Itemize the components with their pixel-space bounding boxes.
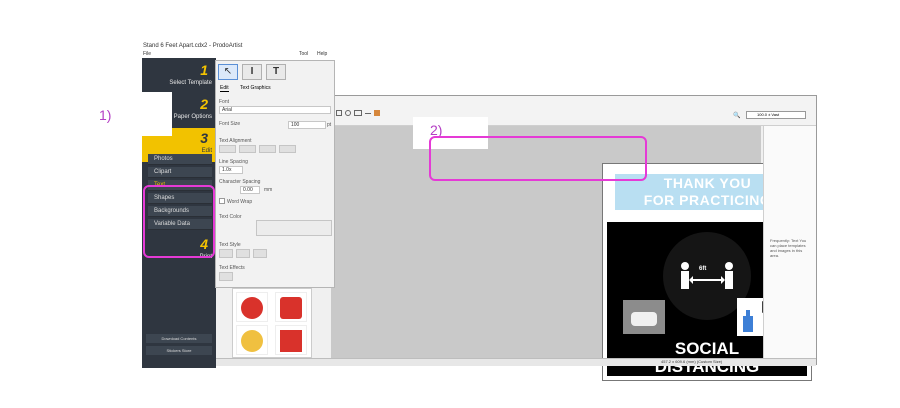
annotation-label-1: 1)	[99, 107, 112, 123]
char-spacing-unit: mm	[264, 187, 273, 193]
text-color-label: Text Color	[219, 214, 242, 220]
text-effects-button[interactable]	[219, 272, 233, 281]
stickers-store-button[interactable]: Stickers Store	[146, 346, 212, 355]
font-size-field[interactable]: 100	[288, 121, 326, 129]
rect-tool-icon[interactable]	[354, 110, 362, 116]
line-tool-icon[interactable]	[365, 113, 371, 114]
zoom-in-icon[interactable]: 🔍	[733, 112, 740, 119]
char-spacing-field[interactable]: 0.00	[240, 186, 260, 194]
text-style-buttons	[219, 249, 279, 258]
sidebar-item-clipart[interactable]: Clipart	[148, 167, 212, 178]
clipart-thumbnails	[232, 288, 312, 358]
highlight-poster-title	[429, 136, 647, 181]
max-persons-icon	[280, 330, 302, 352]
line-spacing-label: Line Spacing	[219, 159, 248, 165]
step-number: 3	[200, 130, 208, 146]
ellipse-tool-icon[interactable]	[345, 110, 351, 116]
download-contents-button[interactable]: Download Contents	[146, 334, 212, 343]
align-right-button[interactable]	[259, 145, 276, 153]
menu-help[interactable]: Help	[317, 51, 327, 57]
menu-bar: File Tool Help	[143, 51, 338, 58]
align-left-button[interactable]	[219, 145, 236, 153]
edit-panel: ↖ I T Edit Text Graphics Font Arial Font…	[215, 60, 335, 288]
align-center-button[interactable]	[239, 145, 256, 153]
font-size-unit: pt	[327, 122, 332, 128]
thumb-face[interactable]	[236, 325, 268, 355]
face-icon	[241, 330, 263, 352]
thumb-stop-sign[interactable]	[236, 292, 268, 322]
highlight-sidebar-items	[143, 185, 215, 258]
distance-label: 6ft	[699, 266, 707, 272]
step-number: 2	[200, 96, 208, 112]
select-tool-icon[interactable]	[336, 110, 342, 116]
text-alignment-label: Text Alignment	[219, 138, 252, 144]
tab-text-graphics[interactable]: Text Graphics	[240, 85, 271, 91]
step-number: 1	[200, 62, 208, 78]
step-label: Select Template	[169, 80, 212, 86]
status-bar: Ready 457.2 x 609.6 (mm) (Custom Size)	[171, 358, 816, 366]
mask-required-icon	[280, 297, 302, 319]
thumb-mask-required[interactable]	[275, 292, 307, 322]
step-label: Paper Options	[173, 114, 212, 120]
font-label: Font	[219, 99, 230, 105]
hand-tool-icon[interactable]	[374, 110, 380, 116]
right-pane-hint: Frequently: Text You can place templates…	[770, 238, 807, 258]
face-mask-shape	[631, 312, 657, 326]
screenshot-canvas: 100.0 ± Vast 🔍 THANK YOU FOR PRACTICING	[0, 0, 900, 408]
window-title: Stand 6 Feet Apart.cdx2 - ProdoArtist	[143, 43, 243, 49]
font-select[interactable]: Arial	[219, 106, 331, 114]
tab-edit[interactable]: Edit	[220, 85, 229, 92]
text-tool-icon[interactable]: I	[242, 64, 262, 80]
mask-photo[interactable]	[623, 300, 665, 334]
italic-button[interactable]	[236, 249, 250, 258]
font-size-label: Font Size	[219, 121, 241, 127]
underline-button[interactable]	[253, 249, 267, 258]
text-frame-tool-icon[interactable]: T	[266, 64, 286, 80]
thumb-max-persons[interactable]	[275, 325, 307, 355]
menu-file[interactable]: File	[143, 51, 151, 57]
text-effects-label: Text Effects	[219, 265, 245, 271]
text-color-swatches[interactable]	[256, 220, 332, 236]
right-hint-pane: Frequently: Text You can place templates…	[763, 126, 816, 358]
menu-tool[interactable]: Tool	[299, 51, 308, 57]
alignment-buttons	[219, 145, 299, 153]
drawing-tools	[336, 110, 416, 118]
word-wrap-checkbox[interactable]	[219, 198, 225, 204]
stop-sign-icon	[241, 297, 263, 319]
word-wrap-label: Word Wrap	[227, 199, 253, 205]
bold-button[interactable]	[219, 249, 233, 258]
align-justify-button[interactable]	[279, 145, 296, 153]
text-style-label: Text Style	[219, 242, 241, 248]
step-select-template[interactable]: 1 Select Template	[142, 60, 216, 94]
zoom-select[interactable]: 100.0 ± Vast	[746, 111, 806, 119]
select-tool-icon[interactable]: ↖	[218, 64, 238, 80]
status-right: 457.2 x 609.6 (mm) (Custom Size)	[661, 359, 723, 364]
char-spacing-label: Character Spacing	[219, 179, 261, 185]
line-spacing-field[interactable]: 1.0x	[219, 166, 243, 174]
sidebar-item-photos[interactable]: Photos	[148, 154, 212, 165]
